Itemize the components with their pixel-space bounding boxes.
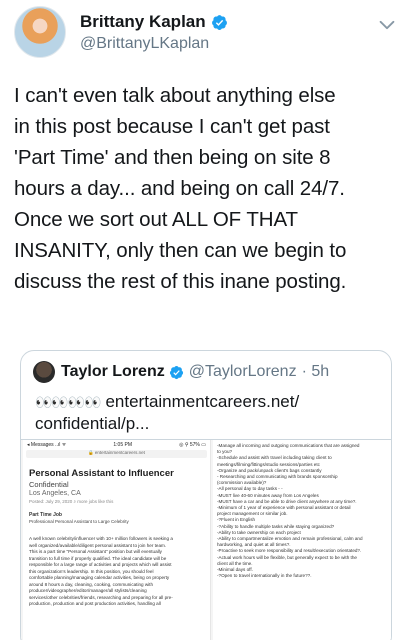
verified-badge-icon	[211, 14, 227, 30]
job-type-desc: Professional Personal Assistant to Large…	[29, 519, 129, 524]
job-requirements-screenshot: -Manage all incoming and outgoing commun…	[213, 440, 391, 640]
status-time: 1:05 PM	[113, 442, 132, 448]
browser-url: 🔒 entertainmentcareers.net	[26, 450, 207, 458]
job-posted: Posted: July 29, 2020 ⌕ more jobs like t…	[29, 499, 114, 504]
chevron-down-icon[interactable]	[376, 14, 398, 36]
quoted-link-continued[interactable]: confidential/p...	[35, 414, 149, 433]
status-left: ◂ Messages ..ıl ᯤ	[27, 442, 67, 448]
job-title: Personal Assistant to Influencer	[29, 468, 174, 479]
quoted-screenshot-image[interactable]: ◂ Messages ..ıl ᯤ 1:05 PM ◎ ⚲ 57% ▭ 🔒 en…	[21, 439, 391, 640]
job-company: Confidential	[29, 480, 69, 489]
job-posting-screenshot: ◂ Messages ..ıl ᯤ 1:05 PM ◎ ⚲ 57% ▭ 🔒 en…	[23, 440, 211, 640]
tweet-header: Brittany Kaplan @BrittanyLKaplan	[14, 6, 400, 58]
status-right: ◎ ⚲ 57% ▭	[179, 442, 206, 448]
requirement-line: -?Open to travel internationally in the …	[217, 573, 312, 579]
phone-status-bar: ◂ Messages ..ıl ᯤ 1:05 PM ◎ ⚲ 57% ▭	[23, 440, 210, 450]
job-type-label: Part Time Job	[29, 512, 62, 518]
author-name-row: Brittany Kaplan	[80, 12, 228, 32]
job-description: A well known celebrity/influencer with 1…	[23, 526, 210, 608]
quoted-tweet-text: 👀👀👀👀 entertainmentcareers.net/ confident…	[35, 391, 375, 435]
tweet: Brittany Kaplan @BrittanyLKaplan I can't…	[0, 0, 411, 640]
job-desc-line: production, production and post producti…	[29, 601, 161, 606]
quoted-link[interactable]: entertainmentcareers.net/	[105, 392, 299, 411]
author-name[interactable]: Brittany Kaplan	[80, 12, 206, 32]
quoted-author-avatar	[33, 361, 55, 383]
author-avatar[interactable]	[14, 6, 66, 58]
quoted-author-name: Taylor Lorenz	[61, 363, 165, 380]
quoted-author-handle: @TaylorLorenz	[188, 363, 297, 380]
quoted-tweet-header: Taylor Lorenz @TaylorLorenz · 5h	[33, 361, 329, 383]
quoted-tweet[interactable]: Taylor Lorenz @TaylorLorenz · 5h 👀👀👀👀 en…	[20, 350, 392, 640]
job-location: Los Angeles, CA	[29, 490, 81, 497]
tweet-text: I can't even talk about anything else in…	[14, 84, 347, 293]
author-handle[interactable]: @BrittanyLKaplan	[80, 35, 209, 53]
verified-badge-icon	[169, 365, 183, 379]
eyes-emoji: 👀👀👀👀	[35, 394, 102, 410]
quoted-tweet-time: · 5h	[301, 363, 330, 380]
